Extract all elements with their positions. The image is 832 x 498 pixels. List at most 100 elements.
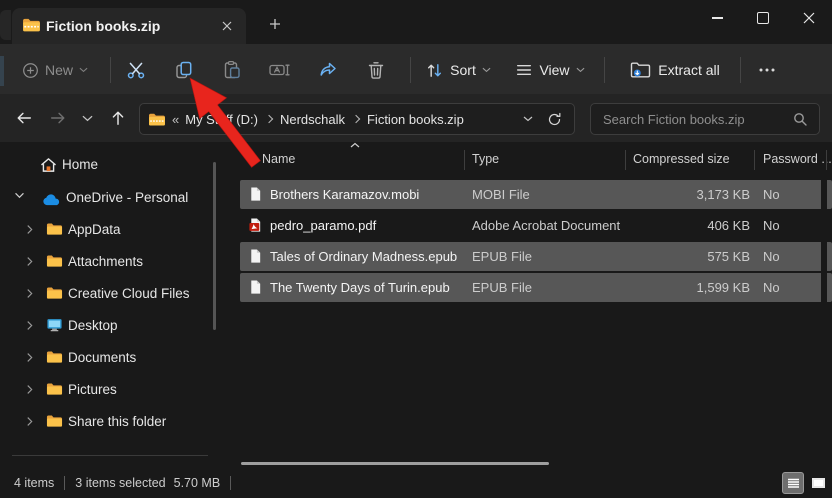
sidebar-item-label: Share this folder — [68, 414, 166, 429]
column-divider[interactable] — [826, 150, 827, 170]
breadcrumb-overflow[interactable]: « — [172, 112, 179, 127]
share-button[interactable] — [310, 54, 346, 86]
chevron-right-icon[interactable] — [26, 288, 33, 299]
paste-button[interactable] — [214, 54, 250, 86]
breadcrumb-my-stuff[interactable]: My Stuff (D:) — [181, 112, 262, 127]
copy-button[interactable] — [166, 54, 202, 86]
more-ellipsis-icon — [759, 68, 775, 72]
back-arrow-icon — [15, 109, 33, 127]
sidebar-item-share-this-folder[interactable]: Share this folder — [4, 407, 210, 437]
extract-folder-icon — [630, 60, 652, 80]
tab-fiction-books-zip[interactable]: Fiction books.zip — [12, 8, 246, 44]
search-field[interactable] — [590, 103, 820, 135]
column-divider[interactable] — [625, 150, 626, 170]
paste-icon — [222, 60, 242, 80]
minimize-icon — [712, 17, 723, 18]
address-dropdown-icon[interactable] — [523, 116, 533, 122]
file-row-twenty-days-of-turin[interactable]: The Twenty Days of Turin.epub EPUB File … — [240, 273, 832, 302]
column-divider[interactable] — [464, 150, 465, 170]
maximize-button[interactable] — [740, 0, 786, 36]
file-compressed-size: 3,173 KB — [540, 187, 750, 202]
file-name: Brothers Karamazov.mobi — [270, 187, 419, 202]
view-list-icon — [515, 61, 533, 79]
cut-button[interactable] — [118, 54, 154, 86]
sort-button-label: Sort — [450, 62, 476, 78]
file-row-pedro-paramo[interactable]: pedro_paramo.pdf Adobe Acrobat Document … — [240, 211, 832, 240]
tab-close-icon[interactable] — [218, 17, 236, 35]
close-button[interactable] — [786, 0, 832, 36]
maximize-icon — [757, 12, 769, 24]
chevron-right-icon[interactable] — [26, 224, 33, 235]
column-header-name[interactable]: Name — [262, 152, 295, 166]
sidebar-scrollbar[interactable] — [213, 162, 216, 330]
search-input[interactable] — [591, 112, 819, 127]
sidebar-item-attachments[interactable]: Attachments — [4, 247, 210, 277]
folder-icon — [46, 286, 63, 300]
close-icon — [803, 12, 815, 24]
breadcrumb-separator-icon — [352, 115, 360, 123]
breadcrumb-fiction-books-zip[interactable]: Fiction books.zip — [363, 112, 468, 127]
view-button[interactable]: View — [508, 54, 592, 86]
view-toggle — [782, 472, 829, 494]
trash-icon — [366, 60, 386, 80]
file-type: EPUB File — [472, 249, 532, 264]
desktop-icon — [46, 318, 63, 332]
folder-icon — [46, 414, 63, 428]
up-button[interactable] — [102, 102, 134, 134]
details-view-button[interactable] — [782, 472, 804, 494]
chevron-down-icon — [82, 115, 93, 122]
chevron-right-icon[interactable] — [26, 416, 33, 427]
file-list: Name Type Compressed size Password ... B… — [236, 142, 832, 468]
horizontal-scrollbar[interactable] — [241, 462, 549, 465]
sort-icon — [425, 61, 444, 80]
sidebar-item-pictures[interactable]: Pictures — [4, 375, 210, 405]
main-area: Home OneDrive - Personal AppData Atta — [0, 142, 832, 468]
chevron-right-icon[interactable] — [26, 352, 33, 363]
sidebar-item-documents[interactable]: Documents — [4, 343, 210, 373]
extract-all-button[interactable]: Extract all — [614, 54, 736, 86]
more-options-button[interactable] — [752, 54, 782, 86]
items-count: 4 items — [14, 476, 54, 490]
sort-button[interactable]: Sort — [418, 54, 498, 86]
breadcrumb-nerdschalk[interactable]: Nerdschalk — [276, 112, 349, 127]
sidebar-item-home[interactable]: Home — [4, 150, 210, 180]
new-tab-button[interactable] — [262, 12, 288, 36]
minimize-button[interactable] — [694, 0, 740, 36]
rename-button[interactable] — [262, 54, 298, 86]
back-button[interactable] — [8, 102, 40, 134]
chevron-right-icon[interactable] — [26, 256, 33, 267]
file-row-brothers-karamazov[interactable]: Brothers Karamazov.mobi MOBI File 3,173 … — [240, 180, 832, 209]
file-row-tales-of-ordinary-madness[interactable]: Tales of Ordinary Madness.epub EPUB File… — [240, 242, 832, 271]
new-button[interactable]: New — [14, 54, 96, 86]
chevron-down-icon[interactable] — [14, 192, 25, 199]
column-divider[interactable] — [754, 150, 755, 170]
navigation-pane: Home OneDrive - Personal AppData Atta — [0, 142, 236, 468]
column-header-compressed-size[interactable]: Compressed size — [633, 152, 730, 166]
chevron-right-icon[interactable] — [26, 320, 33, 331]
file-compressed-size: 406 KB — [540, 218, 750, 233]
forward-arrow-icon — [49, 109, 67, 127]
refresh-icon[interactable] — [547, 112, 562, 127]
sidebar-item-creative-cloud-files[interactable]: Creative Cloud Files — [4, 279, 210, 309]
sidebar-item-onedrive[interactable]: OneDrive - Personal — [4, 183, 210, 213]
new-button-label: New — [45, 62, 73, 78]
toolbar-divider — [410, 57, 411, 83]
sidebar-item-appdata[interactable]: AppData — [4, 215, 210, 245]
folder-icon — [46, 350, 63, 364]
status-separator — [230, 476, 231, 490]
sidebar-divider — [12, 455, 208, 456]
sidebar-item-label: Creative Cloud Files — [68, 286, 190, 301]
file-password: No — [763, 187, 780, 202]
recent-locations-button[interactable] — [74, 102, 100, 134]
delete-button[interactable] — [358, 54, 394, 86]
chevron-right-icon[interactable] — [26, 384, 33, 395]
column-header-type[interactable]: Type — [472, 152, 499, 166]
file-password: No — [763, 280, 780, 295]
column-header-password[interactable]: Password ... — [763, 152, 832, 166]
forward-button[interactable] — [42, 102, 74, 134]
toolbar-divider — [604, 57, 605, 83]
large-icons-view-button[interactable] — [807, 472, 829, 494]
address-bar[interactable]: « My Stuff (D:) Nerdschalk Fiction books… — [139, 103, 575, 135]
sidebar-item-desktop[interactable]: Desktop — [4, 311, 210, 341]
selection-count: 3 items selected — [75, 476, 165, 490]
